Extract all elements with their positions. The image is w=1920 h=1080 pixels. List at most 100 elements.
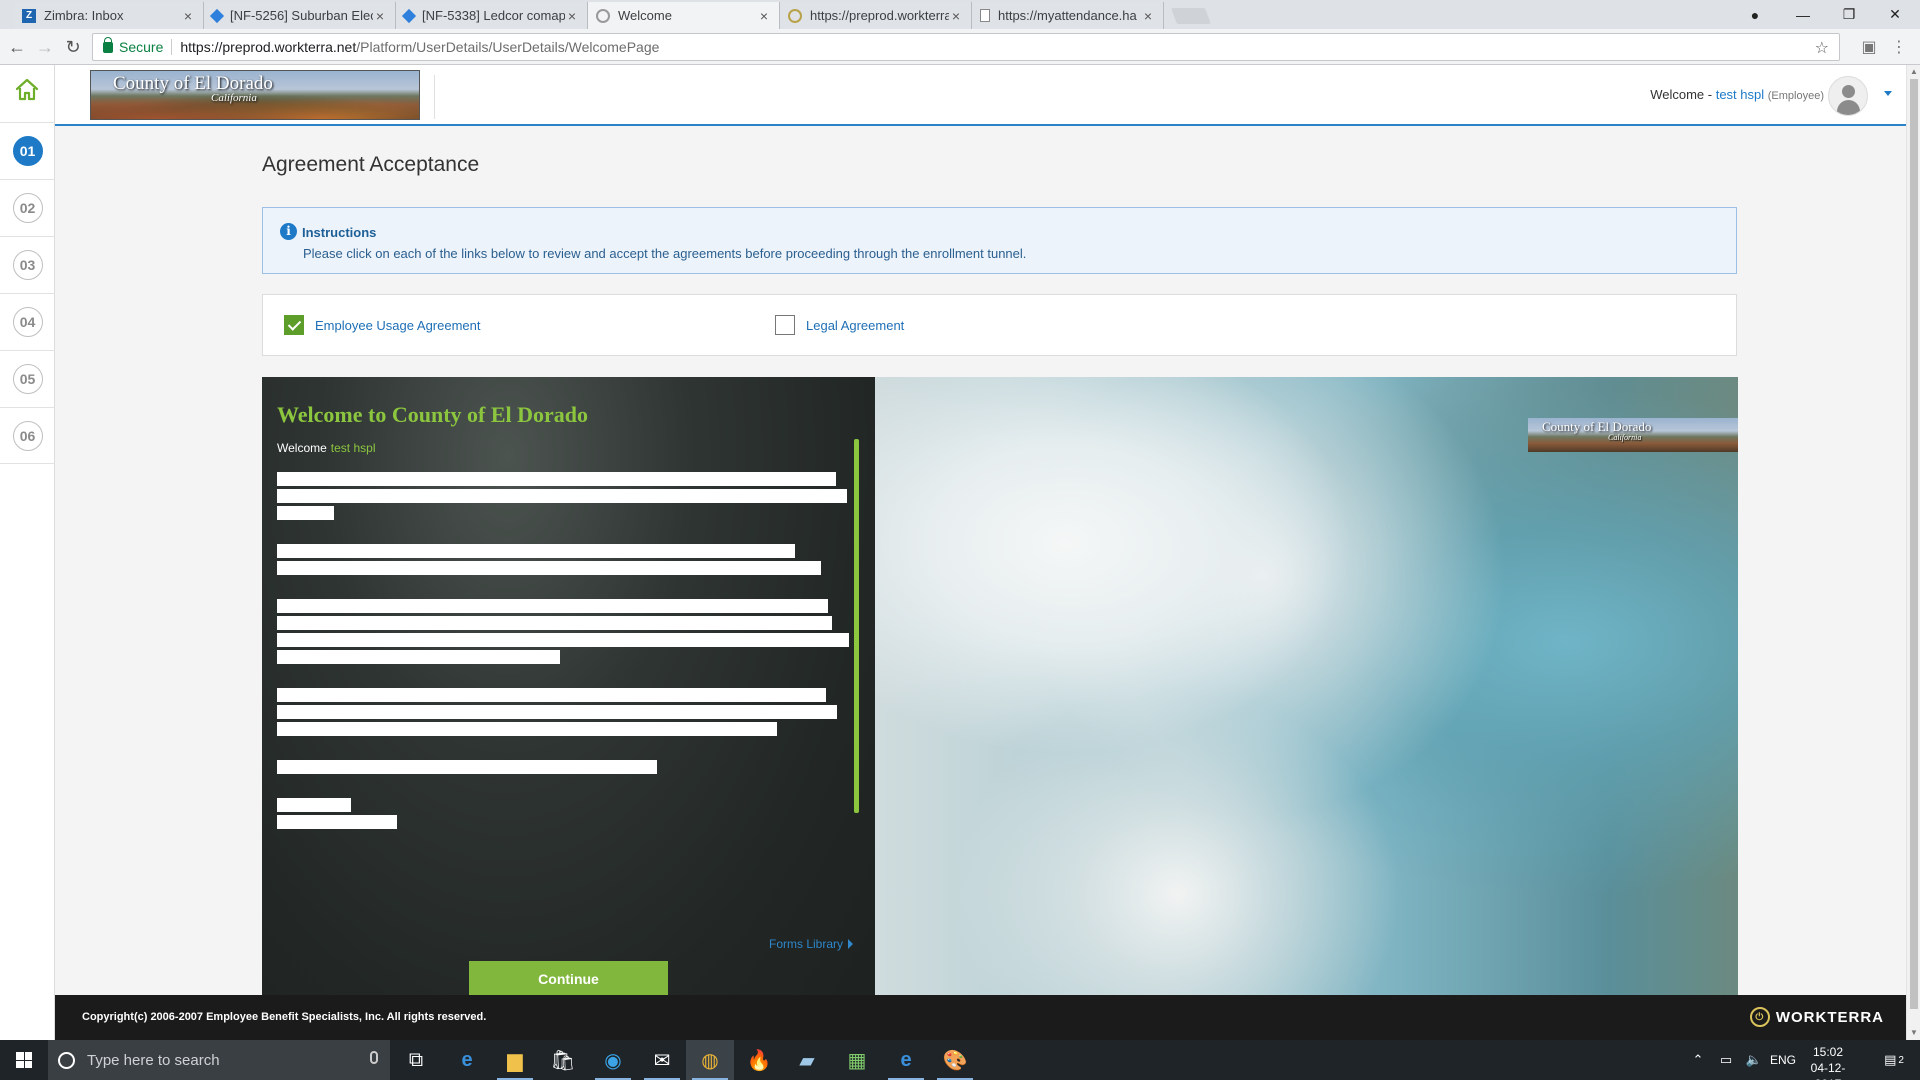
paint-app-icon[interactable]: 🎨: [931, 1040, 979, 1080]
scroll-down-arrow[interactable]: ▼: [1907, 1026, 1920, 1040]
tab-title: https://myattendance.ha: [998, 8, 1137, 23]
welcome-text-pane: Welcome to County of El Dorado Welcome te…: [262, 377, 875, 1040]
network-icon[interactable]: ▭: [1712, 1040, 1740, 1080]
agreement-employee-usage[interactable]: Employee Usage Agreement: [284, 315, 480, 335]
volume-icon[interactable]: 🔈: [1740, 1040, 1768, 1080]
profile-icon[interactable]: ●: [1732, 0, 1778, 29]
page-title: Agreement Acceptance: [262, 153, 480, 176]
close-icon[interactable]: ×: [181, 8, 195, 24]
tab-nf-5338[interactable]: [NF-5338] Ledcor comap ×: [396, 2, 588, 29]
redacted-text: [277, 489, 847, 503]
search-icon: [58, 1051, 75, 1069]
redacted-text: [277, 722, 777, 736]
tab-nf-5256[interactable]: [NF-5256] Suburban Elec ×: [204, 2, 396, 29]
close-window-button[interactable]: ✕: [1872, 0, 1918, 29]
address-bar[interactable]: Secure https://preprod.workterra.net/Pla…: [92, 33, 1840, 61]
store-icon[interactable]: 🛍: [539, 1040, 587, 1080]
welcome-panel: Welcome to County of El Dorado Welcome te…: [262, 377, 1738, 1040]
clock-time: 15:02: [1812, 1045, 1844, 1059]
tab-title: https://preprod.workterra: [810, 8, 949, 23]
chevron-down-icon[interactable]: [1884, 91, 1892, 96]
forms-library-link[interactable]: Forms Library: [769, 937, 854, 951]
tab-zimbra-inbox[interactable]: Z Zimbra: Inbox ×: [14, 2, 204, 29]
step-02[interactable]: 02: [0, 179, 55, 236]
mail-icon[interactable]: ✉: [638, 1040, 686, 1080]
agreement-legal[interactable]: Legal Agreement: [775, 315, 904, 335]
tab-title: Welcome: [618, 8, 672, 23]
county-logo[interactable]: County of El Dorado California: [90, 70, 420, 120]
legal-agreement-checkbox[interactable]: [775, 315, 795, 335]
windows-taskbar: Type here to search ⧉ e ▆ 🛍 ◉ ✉ ◍ 🔥 ▰ ▦ …: [0, 1040, 1920, 1080]
panel-logo-subtitle: California: [1608, 433, 1642, 442]
workterra-logo: ⏻ WORKTERRA: [1749, 1007, 1884, 1027]
redacted-text: [277, 544, 795, 558]
scrollbar-thumb[interactable]: [1910, 79, 1918, 1009]
language-indicator[interactable]: ENG: [1766, 1040, 1800, 1080]
notification-count: 2: [1898, 1054, 1904, 1066]
employee-usage-checkbox[interactable]: [284, 315, 304, 335]
taskbar-search[interactable]: Type here to search: [48, 1040, 390, 1080]
user-role: (Employee): [1767, 90, 1824, 102]
welcome-user-name: test hspl: [330, 441, 376, 455]
page-scrollbar[interactable]: ▲ ▼: [1906, 65, 1920, 1040]
text-scrollbar[interactable]: [854, 439, 859, 813]
step-06[interactable]: 06: [0, 407, 55, 464]
microphone-icon[interactable]: [370, 1051, 378, 1064]
step-number: 03: [12, 250, 43, 280]
step-03[interactable]: 03: [0, 236, 55, 293]
search-placeholder: Type here to search: [87, 1051, 220, 1069]
chrome-icon[interactable]: ◍: [686, 1040, 734, 1080]
close-icon[interactable]: ×: [373, 8, 387, 24]
loading-icon: [788, 8, 802, 23]
bookmark-star-icon[interactable]: ☆: [1815, 38, 1829, 58]
avatar[interactable]: [1828, 76, 1868, 116]
tab-myattendance[interactable]: https://myattendance.ha ×: [972, 2, 1164, 29]
tab-preprod-workterra[interactable]: https://preprod.workterra ×: [780, 2, 972, 29]
internet-explorer-icon[interactable]: e: [882, 1040, 930, 1080]
restore-button[interactable]: ❐: [1826, 0, 1872, 29]
notes-app-icon[interactable]: ▰: [783, 1040, 831, 1080]
panel-county-logo: County of El Dorado California: [1528, 418, 1738, 452]
windows-logo-icon: [16, 1052, 32, 1068]
agreement-link[interactable]: Legal Agreement: [806, 318, 904, 333]
user-name[interactable]: test hspl: [1716, 87, 1764, 102]
new-tab-button[interactable]: [1171, 8, 1211, 24]
close-icon[interactable]: ×: [949, 8, 963, 24]
extension-icon[interactable]: ▣: [1858, 36, 1880, 58]
spreadsheet-app-icon[interactable]: ▦: [833, 1040, 881, 1080]
menu-icon[interactable]: ⋮: [1888, 36, 1910, 58]
back-button[interactable]: ←: [6, 36, 28, 58]
scroll-up-arrow[interactable]: ▲: [1907, 65, 1920, 79]
tab-welcome[interactable]: Welcome ×: [588, 2, 780, 29]
minimize-button[interactable]: —: [1780, 0, 1826, 29]
close-icon[interactable]: ×: [565, 8, 579, 24]
forward-button[interactable]: →: [34, 36, 56, 58]
welcome-prefix: Welcome -: [1650, 87, 1713, 102]
agreement-link[interactable]: Employee Usage Agreement: [315, 318, 480, 333]
close-icon[interactable]: ×: [757, 8, 771, 24]
edge-icon[interactable]: e: [443, 1040, 491, 1080]
page-icon: [980, 9, 990, 22]
redacted-text: [277, 561, 821, 575]
page-viewport: 01 02 03 04 05 06 County of El Dorado Ca…: [0, 65, 1906, 1040]
tray-chevron-up-icon[interactable]: ⌃: [1684, 1040, 1712, 1080]
file-explorer-icon[interactable]: ▆: [491, 1040, 539, 1080]
reload-button[interactable]: ↻: [62, 36, 84, 58]
notification-icon: ▤: [1884, 1052, 1897, 1067]
clock[interactable]: 15:02 04-12-2017: [1798, 1044, 1858, 1080]
step-05[interactable]: 05: [0, 350, 55, 407]
step-01[interactable]: 01: [0, 122, 55, 179]
start-button[interactable]: [0, 1040, 48, 1080]
browser-app-icon[interactable]: ◉: [589, 1040, 637, 1080]
fire-app-icon[interactable]: 🔥: [735, 1040, 783, 1080]
home-icon[interactable]: [14, 77, 40, 103]
redacted-text: [277, 633, 849, 647]
continue-button[interactable]: Continue: [469, 961, 668, 997]
task-view-icon[interactable]: ⧉: [392, 1040, 440, 1080]
workterra-brand: WORKTERRA: [1775, 1008, 1884, 1026]
tab-title: Zimbra: Inbox: [44, 8, 124, 23]
lock-icon: [103, 36, 113, 53]
close-icon[interactable]: ×: [1141, 8, 1155, 24]
step-04[interactable]: 04: [0, 293, 55, 350]
notification-center[interactable]: ▤ 2: [1872, 1040, 1916, 1080]
